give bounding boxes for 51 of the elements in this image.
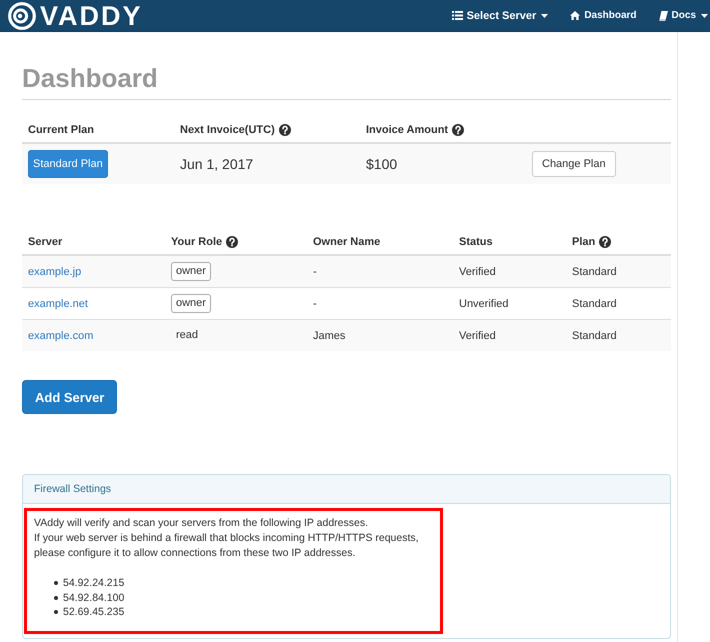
owner-name: - (313, 266, 317, 278)
nav-link[interactable]: Dashboard (570, 8, 637, 22)
column-header: Plan (572, 236, 596, 248)
ip-address: 52.69.45.235 (63, 605, 124, 620)
column-header: Invoice Amount (366, 124, 448, 136)
column-header: Current Plan (28, 124, 94, 136)
next-invoice-date: Jun 1, 2017 (180, 156, 254, 172)
column-header: Your Role (171, 236, 222, 248)
add-server-button[interactable]: Add Server (22, 380, 118, 414)
status-text: Verified (459, 266, 496, 278)
server-link[interactable]: example.com (28, 330, 94, 342)
help-icon[interactable] (278, 124, 291, 136)
role-badge: owner (171, 262, 211, 281)
column-header: Owner Name (313, 236, 380, 248)
firewall-message: VAddy will verify and scan your servers from the following IP addresses. If your web server is behind a firewall that blocks incoming HTTP/HTTPS requests, please configure it to allow connections from these two IP addresses. (34, 516, 420, 561)
logo-text[interactable]: VADDY (40, 0, 143, 30)
bullet-icon (54, 581, 58, 586)
server-link[interactable]: example.net (28, 298, 88, 310)
logo-icon (8, 2, 36, 30)
list-icon (452, 11, 463, 20)
status-text: Verified (459, 330, 496, 342)
help-icon[interactable] (226, 236, 238, 248)
bullet-icon (54, 596, 58, 600)
help-icon[interactable] (452, 124, 464, 136)
plan-text: Standard (572, 266, 617, 278)
caret-icon (701, 14, 708, 18)
invoice-amount: $100 (366, 156, 398, 172)
home-icon (570, 11, 580, 20)
help-icon[interactable] (599, 236, 612, 248)
column-header: Status (459, 236, 493, 248)
plan-text: Standard (572, 330, 617, 342)
nav-dropdown[interactable]: Docs (658, 8, 708, 22)
role-text: read (175, 328, 200, 343)
column-header: Next Invoice(UTC) (180, 124, 275, 136)
owner-name: James (313, 330, 346, 342)
bullet-icon (54, 610, 58, 614)
current-plan-button[interactable]: Standard Plan (28, 150, 108, 178)
caret-icon (541, 14, 548, 18)
owner-name: - (313, 298, 317, 310)
plan-text: Standard (572, 298, 617, 310)
book-icon (658, 10, 668, 20)
nav-dropdown[interactable]: Select Server (452, 8, 548, 22)
status-text: Unverified (459, 298, 509, 310)
role-badge: owner (171, 294, 211, 313)
page-title: Dashboard (22, 63, 671, 100)
ip-address: 54.92.24.215 (63, 576, 124, 590)
ip-address: 54.92.84.100 (63, 590, 124, 605)
panel-title: Firewall Settings (23, 475, 670, 504)
server-link[interactable]: example.jp (28, 266, 82, 278)
column-header: Server (28, 236, 62, 248)
change-plan-button[interactable]: Change Plan (532, 151, 616, 177)
